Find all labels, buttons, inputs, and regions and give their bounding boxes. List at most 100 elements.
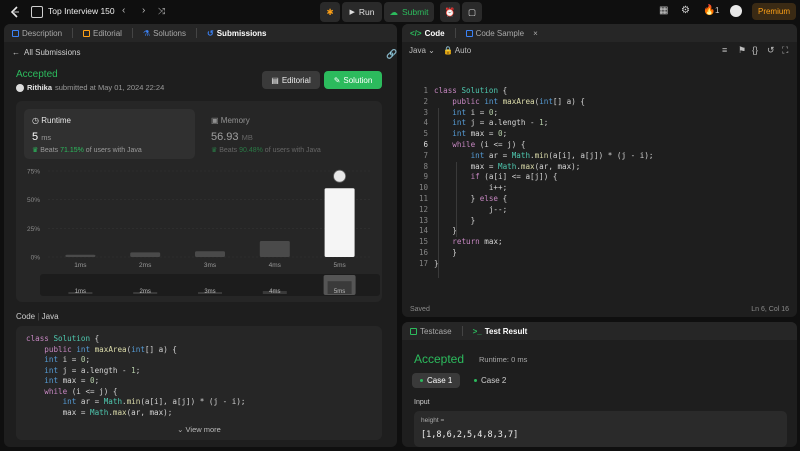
code-line: int max = 0;: [44, 376, 100, 385]
tab-code[interactable]: </> Code: [410, 29, 445, 38]
runtime-value: 5 ms: [32, 131, 51, 143]
editor-toolbar: Java ⌄ 🔒 Auto ≡ ⚑ {} ↺ ⛶: [402, 42, 797, 58]
left-tabs: Description Editorial ⚗ Solutions ↺ Subm…: [4, 24, 397, 42]
arrow-left-icon: ←: [12, 48, 20, 57]
beats-prefix: Beats: [219, 147, 238, 154]
streak-fire-icon[interactable]: 🔥: [703, 5, 715, 16]
bookmark-icon[interactable]: ⚑: [738, 45, 746, 56]
tab-testcase[interactable]: Testcase: [410, 327, 452, 336]
tab-description[interactable]: Description: [12, 29, 62, 38]
clock-icon: ◷: [32, 116, 39, 125]
line-number: 12: [418, 204, 428, 214]
chart-bar: [130, 252, 161, 257]
run-button[interactable]: ▶ Run: [342, 2, 382, 22]
view-more-button[interactable]: ⌄ View more: [16, 425, 382, 434]
code-line: }: [434, 258, 439, 268]
flask-icon: ⚗: [142, 28, 151, 38]
code-line: int j = a.length - 1;: [44, 365, 141, 375]
editor-tabs: </> Code Code Sample ×: [402, 24, 797, 42]
beats-percent: 71.15%: [60, 147, 84, 154]
tab-submissions[interactable]: ↺ Submissions: [207, 29, 267, 38]
x-tick-label: 3ms: [204, 262, 217, 269]
tab-divider: [461, 326, 463, 336]
memory-title-text: Memory: [220, 116, 250, 125]
braces-icon[interactable]: {}: [752, 45, 758, 55]
reset-icon[interactable]: ↺: [767, 45, 775, 56]
debug-button[interactable]: ✱: [320, 2, 340, 22]
leetcode-logo-icon[interactable]: [8, 5, 22, 19]
all-submissions-link[interactable]: ← All Submissions: [12, 48, 80, 57]
format-icon[interactable]: ≡: [722, 45, 727, 55]
code-line: }: [434, 215, 476, 225]
memory-title: ▣ Memory: [211, 116, 250, 125]
input-label: Input: [414, 399, 430, 406]
shuffle-icon[interactable]: ⤨: [158, 5, 165, 17]
close-icon[interactable]: ×: [533, 29, 538, 38]
y-tick-label: 0%: [31, 255, 41, 262]
tab-code-sample[interactable]: Code Sample ×: [465, 29, 538, 38]
auto-label: Auto: [454, 46, 472, 55]
line-number: 11: [418, 193, 428, 203]
timer-button[interactable]: ⏰: [440, 2, 460, 22]
code-line: while (i <= j) {: [44, 386, 118, 396]
line-number-gutter: 1 2 3 4 5 6 7 8 9 10 11 12 13 14 15 16 17: [402, 86, 428, 270]
fullscreen-icon[interactable]: ⛶: [782, 45, 788, 56]
memory-beats: ♛ Beats 90.48% of users with Java: [211, 146, 321, 154]
case-1-tab[interactable]: Case 1: [412, 373, 461, 388]
runtime-number: 5: [32, 131, 39, 143]
chevron-left-icon[interactable]: ‹: [122, 5, 125, 17]
auto-mode-toggle[interactable]: 🔒 Auto: [443, 46, 471, 55]
chevron-right-icon[interactable]: ›: [142, 5, 145, 17]
pass-dot-icon: [420, 379, 423, 382]
code-line: int i = 0;: [452, 107, 499, 117]
history-icon: ↺: [207, 28, 214, 38]
language-select[interactable]: Java ⌄: [409, 46, 435, 55]
notes-button[interactable]: ▢: [462, 2, 482, 22]
submitter-name[interactable]: Rithika: [27, 83, 52, 92]
case-1-label: Case 1: [427, 376, 453, 385]
chart-bar: [324, 188, 355, 257]
lock-icon: 🔒: [443, 46, 453, 55]
chart-bar: [65, 254, 96, 257]
tab-editorial-label: Editorial: [93, 28, 122, 38]
runtime-distribution-chart[interactable]: 75% 50% 25% 0% 1ms 2ms 3ms 4ms 5ms 1ms 2ms 3ms 4ms 5m…: [16, 163, 382, 302]
tab-divider: [196, 28, 198, 38]
editorial-button[interactable]: ▤ Editorial: [262, 71, 320, 89]
code-editor-text[interactable]: class Solution { public int maxArea(int[…: [434, 86, 653, 270]
solution-button-label: Solution: [343, 75, 373, 85]
premium-button[interactable]: Premium: [752, 3, 796, 20]
share-link-icon[interactable]: 🔗: [386, 49, 397, 60]
all-submissions-label: All Submissions: [24, 48, 81, 57]
memory-unit: MB: [241, 133, 253, 142]
saved-status: Saved: [410, 306, 430, 313]
code-line: int i = 0;: [44, 355, 91, 364]
tab-test-result[interactable]: >_ Test Result: [473, 327, 528, 336]
submit-button[interactable]: ☁ Submit: [384, 2, 434, 22]
performance-stats: ◷ Runtime 5 ms ♛ Beats 71.15% of users w…: [16, 101, 382, 302]
distribution-chart-svg: 75% 50% 25% 0% 1ms 2ms 3ms 4ms 5ms 1ms 2ms 3ms 4ms 5m…: [27, 169, 380, 296]
solution-button[interactable]: ✎ Solution: [324, 71, 382, 89]
line-number: 4: [423, 118, 428, 128]
code-line: } else {: [434, 193, 508, 203]
minimap-tick-label: 2ms: [140, 289, 151, 295]
beats-percent: 90.48%: [239, 147, 263, 154]
tab-editorial[interactable]: Editorial: [83, 29, 122, 38]
problem-list-title[interactable]: Top Interview 150: [48, 6, 115, 16]
memory-card[interactable]: ▣ Memory 56.93 MB ♛ Beats 90.48% of user…: [203, 109, 374, 159]
tab-testcase-label: Testcase: [420, 326, 452, 336]
tab-test-result-label: Test Result: [484, 326, 528, 336]
gear-icon[interactable]: ⚙: [681, 5, 690, 16]
tab-solutions[interactable]: ⚗ Solutions: [143, 29, 186, 38]
submission-byline: Rithika submitted at May 01, 2024 22:24: [16, 83, 164, 92]
layout-grid-icon[interactable]: ▦: [659, 5, 668, 16]
user-avatar[interactable]: [730, 5, 742, 17]
y-tick-label: 75%: [27, 169, 40, 176]
code-line: }: [434, 226, 457, 236]
chevron-down-icon: ⌄: [177, 425, 184, 434]
runtime-card[interactable]: ◷ Runtime 5 ms ♛ Beats 71.15% of users w…: [24, 109, 195, 159]
problem-list-icon[interactable]: [31, 6, 43, 18]
case-2-tab[interactable]: Case 2: [466, 373, 514, 388]
view-more-label: View more: [185, 425, 221, 434]
param-name: height =: [421, 417, 445, 424]
x-tick-label: 2ms: [139, 262, 152, 269]
